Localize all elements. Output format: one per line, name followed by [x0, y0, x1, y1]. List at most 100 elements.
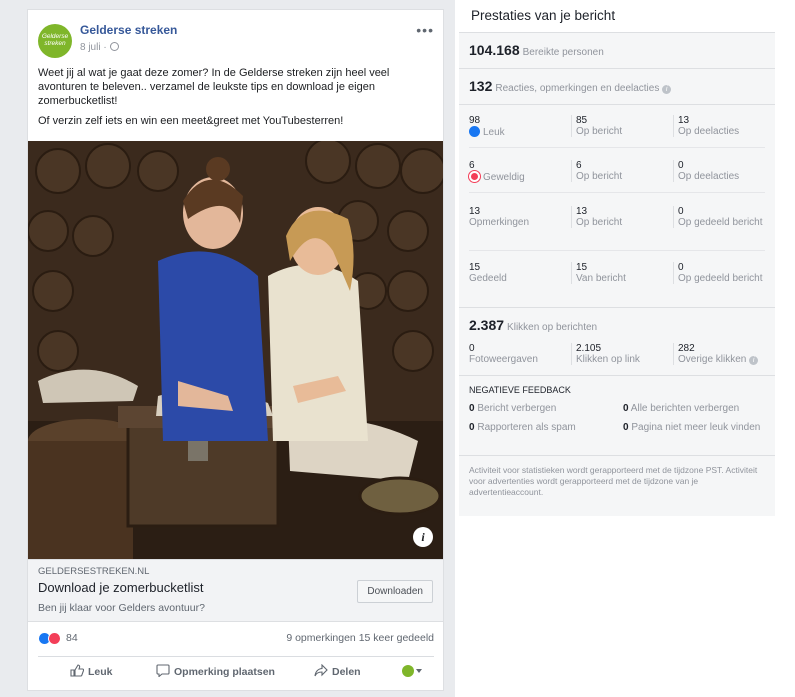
action-bar: Leuk Opmerking plaatsen Delen — [38, 656, 434, 686]
post-date[interactable]: 8 juli · — [80, 42, 119, 53]
stat-label: Op deelacties — [678, 126, 740, 137]
stat-label: Van bericht — [576, 273, 626, 284]
stat-label: Op bericht — [576, 217, 623, 228]
post-paragraph: Weet jij al wat je gaat deze zomer? In d… — [38, 67, 390, 107]
stat-label: Rapporteren als spam — [477, 422, 576, 433]
clicks-stat: 2.387 Klikken op berichten — [469, 317, 597, 333]
panel-title: Prestaties van je bericht — [471, 8, 616, 23]
link-domain: GELDERSESTREKEN.NL — [38, 566, 150, 577]
stat-label: Bericht verbergen — [477, 403, 557, 414]
click-cell: 0 Fotoweergaven — [469, 343, 565, 365]
divider — [459, 455, 775, 456]
stat-number: 15 — [576, 262, 588, 273]
stat-number: 13 — [678, 115, 690, 126]
comment-button[interactable]: Opmerking plaatsen — [156, 664, 275, 678]
page-name-link[interactable]: Gelderse streken — [80, 23, 177, 37]
stat-cell: 13 Op bericht — [571, 206, 667, 228]
like-button[interactable]: Leuk — [70, 664, 113, 678]
stat-number: 0 — [469, 343, 475, 354]
stat-number: 2.105 — [576, 343, 602, 354]
stat-label: Op bericht — [576, 171, 623, 182]
download-button[interactable]: Downloaden — [357, 580, 433, 603]
post-date-text: 8 juli · — [80, 42, 107, 53]
negative-item: 0 Pagina niet meer leuk vinden — [623, 422, 763, 433]
caret-down-icon — [416, 669, 422, 673]
info-icon[interactable]: i — [662, 85, 672, 94]
link-title[interactable]: Download je zomerbucketlist — [38, 580, 203, 595]
stat-cell: 85 Op bericht — [571, 115, 667, 137]
post-card: Gelderse streken Gelderse streken 8 juli… — [27, 9, 444, 691]
stat-label: Alle berichten verbergen — [630, 403, 740, 414]
divider — [469, 147, 765, 148]
stat-number: 0 — [678, 262, 684, 273]
stat-number: 13 — [469, 206, 481, 217]
stat-cell: 13 Op deelacties — [673, 115, 769, 137]
stat-number: 282 — [678, 343, 695, 354]
stat-number: 0 — [469, 403, 475, 414]
stat-number: 0 — [469, 422, 475, 433]
post-header: Gelderse streken Gelderse streken 8 juli… — [38, 22, 434, 58]
stat-number: 85 — [576, 115, 588, 126]
negative-item: 0 Bericht verbergen — [469, 403, 556, 414]
stat-cell: 0 Op deelacties — [673, 160, 769, 182]
engagement-value: 132 — [469, 78, 493, 94]
divider — [459, 104, 775, 105]
love-reaction-icon[interactable] — [48, 632, 61, 645]
reach-value: 104.168 — [469, 42, 520, 58]
stat-cell: 0 Op gedeeld bericht — [673, 262, 769, 284]
reach-stat: 104.168 Bereikte personen — [469, 42, 604, 58]
click-cell: 282 Overige klikken i — [673, 343, 773, 365]
stat-label: Pagina niet meer leuk vinden — [631, 422, 761, 433]
stats-panel: Prestaties van je bericht 104.168 Bereikt… — [459, 0, 775, 697]
stat-cell: 15 Van bericht — [571, 262, 667, 284]
link-preview[interactable]: GELDERSESTREKEN.NL Download je zomerbuck… — [28, 559, 443, 622]
divider — [459, 375, 775, 376]
globe-icon — [109, 42, 119, 51]
comment-label: Opmerking plaatsen — [174, 666, 275, 678]
audience-selector[interactable] — [402, 665, 422, 678]
stat-number: 0 — [678, 160, 684, 171]
stat-number: 0 — [678, 206, 684, 217]
share-button[interactable]: Delen — [314, 664, 361, 678]
stat-number: 98 — [469, 115, 481, 126]
stat-label: Fotoweergaven — [469, 354, 538, 365]
comment-icon — [156, 664, 170, 677]
reaction-count[interactable]: 84 — [66, 632, 78, 644]
comments-shares-count[interactable]: 9 opmerkingen 15 keer gedeeld — [286, 632, 434, 644]
stat-number: 0 — [623, 403, 629, 414]
post-photo[interactable]: i — [28, 141, 443, 559]
post-paragraph: Of verzin zelf iets en win een meet&gree… — [38, 115, 344, 127]
more-options-icon[interactable]: ••• — [416, 22, 434, 38]
stat-label: Gedeeld — [469, 273, 507, 284]
stat-label: Op gedeeld bericht — [678, 273, 763, 284]
click-cell: 2.105 Klikken op link — [571, 343, 667, 365]
clicks-value: 2.387 — [469, 317, 505, 333]
stat-number: 15 — [469, 262, 481, 273]
page-avatar-small-icon — [402, 665, 414, 677]
share-label: Delen — [332, 666, 361, 678]
reach-label: Bereikte personen — [522, 47, 604, 58]
ad-info-icon[interactable]: i — [413, 527, 433, 547]
reactions-summary: 84 9 opmerkingen 15 keer gedeeld — [38, 630, 434, 648]
photo-illustration — [28, 141, 443, 559]
stat-label: Opmerkingen — [469, 217, 530, 228]
stat-number: 0 — [623, 422, 629, 433]
page-avatar[interactable]: Gelderse streken — [38, 24, 72, 58]
divider — [469, 250, 765, 251]
stat-label: Klikken op link — [576, 354, 640, 365]
stat-cell: 6 Op bericht — [571, 160, 667, 182]
engagement-label: Reacties, opmerkingen en deelacties — [495, 83, 660, 94]
stat-cell: 13 Opmerkingen — [469, 206, 565, 228]
stat-label: Leuk — [483, 127, 505, 138]
negative-item: 0 Alle berichten verbergen — [623, 403, 771, 414]
like-label: Leuk — [88, 666, 113, 678]
stat-cell: 6 Geweldig — [469, 160, 565, 183]
love-icon — [469, 171, 480, 182]
clicks-label: Klikken op berichten — [507, 322, 598, 333]
thumbs-up-icon — [70, 664, 84, 677]
stat-cell: 98 Leuk — [469, 115, 565, 138]
stat-label: Op bericht — [576, 126, 623, 137]
stat-label: Geweldig — [483, 172, 525, 183]
engagement-stat: 132 Reacties, opmerkingen en deelacties i — [469, 78, 672, 94]
info-icon[interactable]: i — [749, 356, 759, 365]
